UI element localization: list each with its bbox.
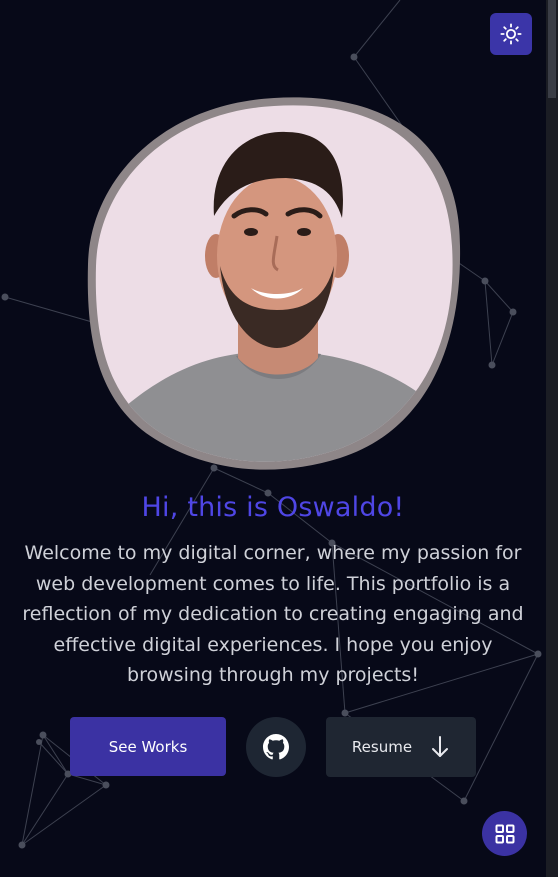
hero-title: Hi, this is Oswaldo!: [141, 492, 405, 523]
resume-label: Resume: [351, 738, 413, 756]
scrollbar[interactable]: [546, 0, 558, 877]
grid-icon: [495, 824, 514, 843]
github-icon: [263, 734, 289, 760]
see-works-button[interactable]: See Works: [70, 717, 226, 776]
menu-fab-button[interactable]: [482, 811, 527, 856]
see-works-label: See Works: [108, 737, 188, 756]
theme-toggle-button[interactable]: [490, 13, 532, 55]
scrollbar-thumb[interactable]: [548, 0, 556, 98]
profile-photo: [86, 96, 464, 470]
github-button[interactable]: [246, 717, 306, 777]
arrow-down-icon: [432, 736, 449, 757]
sun-icon: [500, 23, 522, 45]
resume-button[interactable]: Resume: [326, 717, 476, 777]
hero-intro: Welcome to my digital corner, where my p…: [22, 542, 524, 686]
avatar: [87, 97, 461, 470]
